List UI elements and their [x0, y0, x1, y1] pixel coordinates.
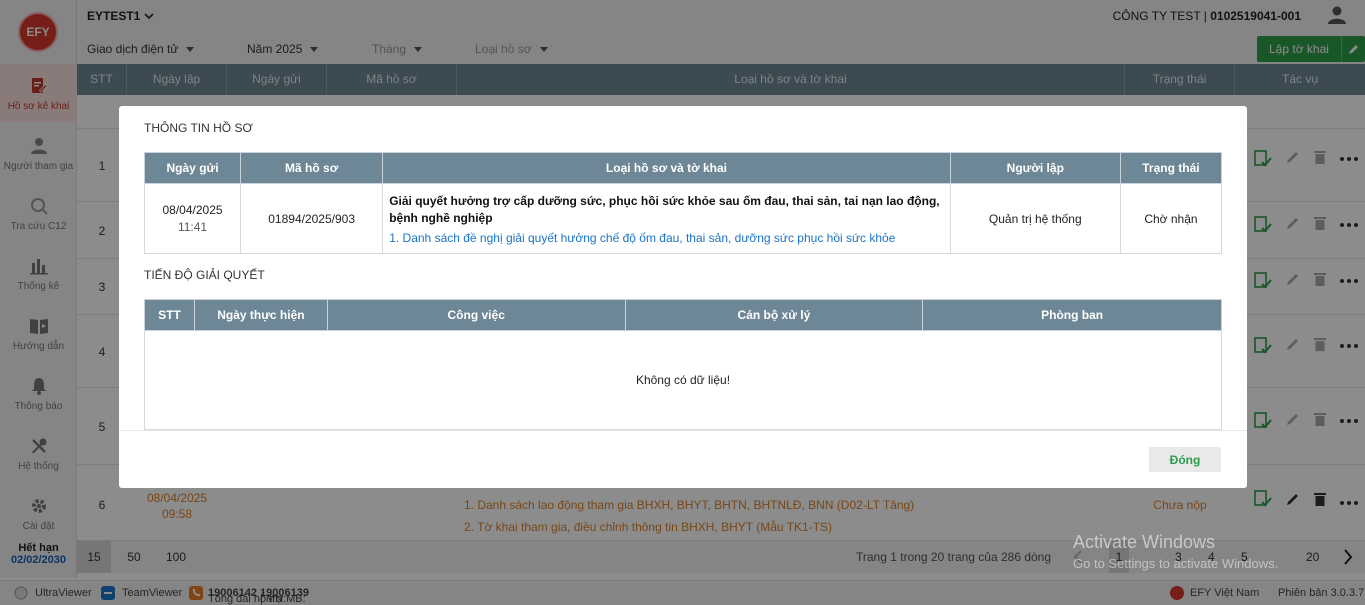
record-creator: Quản trị hệ thống [949, 183, 1121, 254]
col-stt: STT [144, 299, 195, 331]
col-department: Phòng ban [922, 299, 1222, 331]
record-code: 01894/2025/903 [240, 183, 384, 254]
close-button[interactable]: Đóng [1149, 447, 1221, 472]
col-status: Trạng thái [1119, 152, 1223, 184]
progress-table: STT Ngày thực hiện Công việc Cán bộ xử l… [144, 299, 1222, 430]
dialog-footer [119, 430, 1247, 431]
empty-message: Không có dữ liệu! [144, 330, 1222, 430]
record-type: Giải quyết hưởng trợ cấp dưỡng sức, phục… [382, 183, 951, 254]
record-info-dialog: THÔNG TIN HỒ SƠ Ngày gửi Mã hồ sơ Loại h… [119, 106, 1247, 488]
col-execution-date: Ngày thực hiện [193, 299, 328, 331]
record-type-item-link[interactable]: 1. Danh sách đề nghị giải quyết hưởng ch… [389, 231, 944, 245]
record-info-table: Ngày gửi Mã hồ sơ Loại hồ sơ và tờ khai … [143, 152, 1223, 254]
col-record-type: Loại hồ sơ và tờ khai [382, 152, 951, 184]
col-handler: Cán bộ xử lý [624, 299, 924, 331]
activate-windows-watermark: Activate Windows [1073, 532, 1216, 552]
empty-row: Không có dữ liệu! [144, 330, 1222, 430]
col-creator: Người lập [949, 152, 1121, 184]
table-row: 08/04/2025 11:41 01894/2025/903 Giải quy… [143, 183, 1223, 254]
record-type-title: Giải quyết hưởng trợ cấp dưỡng sức, phục… [389, 193, 940, 225]
col-task: Công việc [326, 299, 626, 331]
record-time: 11:41 [177, 220, 208, 234]
record-status: Chờ nhận [1119, 183, 1223, 254]
col-sent-date: Ngày gửi [143, 152, 242, 184]
col-record-code: Mã hồ sơ [240, 152, 384, 184]
progress-section-title: TIẾN ĐỘ GIẢI QUYẾT [144, 268, 265, 282]
dialog-title: THÔNG TIN HỒ SƠ [144, 121, 253, 135]
record-sent-date: 08/04/2025 11:41 [143, 183, 242, 254]
record-date: 08/04/2025 [162, 203, 223, 217]
activate-windows-hint: Go to Settings to activate Windows. [1073, 556, 1279, 571]
